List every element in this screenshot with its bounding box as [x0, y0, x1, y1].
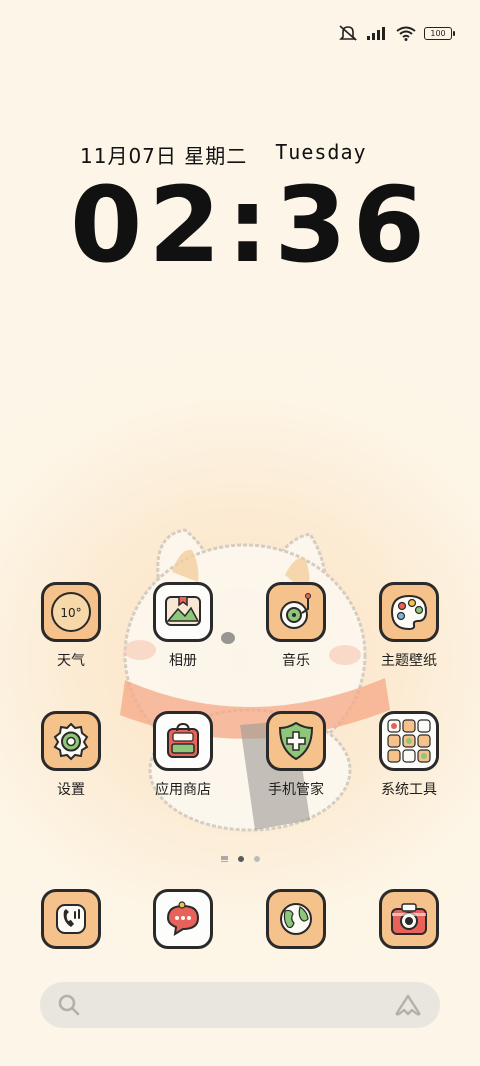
page-indicator[interactable]: [0, 856, 480, 862]
app-label-settings: 设置: [57, 782, 85, 798]
mute-icon: [339, 25, 357, 41]
settings-icon: [41, 711, 101, 771]
system-tools-folder-icon: [379, 711, 439, 771]
app-weather[interactable]: 10° 天气: [23, 582, 119, 670]
app-label-gallery: 相册: [169, 653, 197, 669]
app-store[interactable]: 应用商店: [135, 711, 231, 799]
messages-icon: [153, 889, 213, 949]
theme-palette-icon: [379, 582, 439, 642]
page-list-icon: [220, 856, 228, 862]
dock-camera[interactable]: [361, 889, 457, 949]
assistant-icon[interactable]: [394, 994, 422, 1016]
dock-phone[interactable]: [23, 889, 119, 949]
phone-icon: [41, 889, 101, 949]
app-gallery[interactable]: 相册: [135, 582, 231, 670]
app-music[interactable]: 音乐: [248, 582, 344, 670]
page-dot-2: [253, 856, 260, 862]
search-icon[interactable]: [58, 994, 80, 1016]
app-label-security: 手机管家: [268, 782, 324, 798]
app-store-icon: [153, 711, 213, 771]
app-label-store: 应用商店: [155, 782, 211, 798]
app-settings[interactable]: 设置: [23, 711, 119, 799]
clock-widget[interactable]: 11月07日 星期二 Tuesday 02:36: [70, 140, 432, 286]
dock-messages[interactable]: [135, 889, 231, 949]
app-security[interactable]: 手机管家: [248, 711, 344, 799]
app-label-weather: 天气: [57, 653, 85, 669]
browser-globe-icon: [266, 889, 326, 949]
camera-icon: [379, 889, 439, 949]
gallery-icon: [153, 582, 213, 642]
weather-icon: 10°: [41, 582, 101, 642]
app-system-tools[interactable]: 系统工具: [361, 711, 457, 799]
app-theme[interactable]: 主题壁纸: [361, 582, 457, 670]
search-bar[interactable]: [40, 982, 440, 1028]
status-bar: 100: [338, 20, 455, 46]
page-dot-1: [237, 856, 244, 862]
security-shield-icon: [266, 711, 326, 771]
battery-icon: 100: [424, 26, 455, 40]
app-label-theme: 主题壁纸: [381, 653, 437, 669]
signal-icon: [367, 27, 385, 40]
app-label-music: 音乐: [282, 653, 310, 669]
app-label-system-tools: 系统工具: [381, 782, 437, 798]
clock-time: 02:36: [70, 164, 432, 286]
dock-browser[interactable]: [248, 889, 344, 949]
wifi-icon: [396, 26, 416, 41]
music-icon: [266, 582, 326, 642]
weather-temp: 10°: [60, 606, 81, 620]
